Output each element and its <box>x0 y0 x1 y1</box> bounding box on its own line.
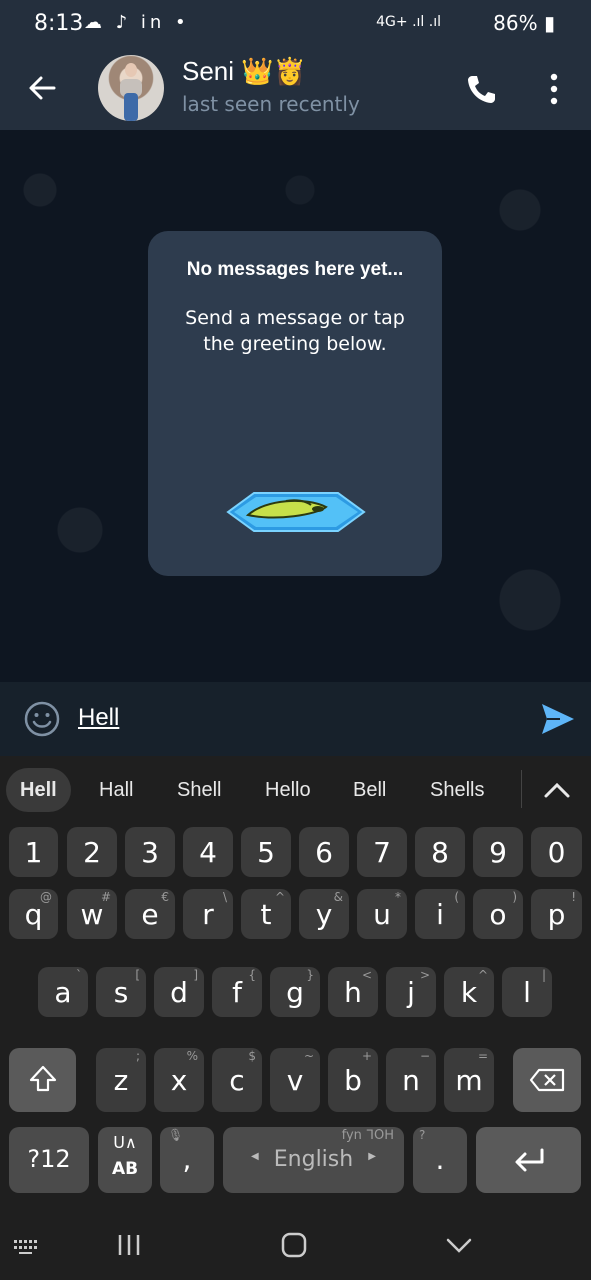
empty-chat-text: Send a message or tap the greeting below… <box>185 307 405 355</box>
key-c[interactable]: $ c <box>212 1048 262 1112</box>
greeting-sticker[interactable] <box>226 489 366 535</box>
period-key[interactable]: ? . <box>413 1127 467 1193</box>
contact-status: last seen recently <box>182 92 360 116</box>
contact-name[interactable]: Seni 👑👸 <box>182 56 306 87</box>
key-4[interactable]: 4 <box>183 827 233 877</box>
home-icon[interactable] <box>279 1230 309 1260</box>
suggestion-item[interactable]: Hell <box>6 768 71 812</box>
language-switch-key[interactable]: ᑌ∧ AB <box>98 1127 152 1193</box>
key-m[interactable]: = m <box>444 1048 494 1112</box>
key-h[interactable]: < h <box>328 967 378 1017</box>
empty-chat-card: No messages here yet... Send a message o… <box>148 231 442 576</box>
suggestion-item[interactable]: Bell <box>353 768 386 812</box>
battery-indicator: 86% ▮ <box>493 11 555 35</box>
key-e[interactable]: € e <box>125 889 175 939</box>
key-7[interactable]: 7 <box>357 827 407 877</box>
key-s[interactable]: [s <box>96 967 146 1017</box>
shift-key[interactable] <box>9 1048 76 1112</box>
enter-icon <box>515 1148 544 1172</box>
key-j[interactable]: > j <box>386 967 436 1017</box>
send-icon[interactable] <box>540 702 576 736</box>
battery-level: 86% <box>493 11 538 35</box>
system-nav-bar <box>0 1212 591 1280</box>
key-o[interactable]: ) o <box>473 889 523 939</box>
key-3[interactable]: 3 <box>125 827 175 877</box>
chat-area: No messages here yet... Send a message o… <box>0 130 591 682</box>
avatar[interactable] <box>98 55 164 121</box>
more-options-icon[interactable] <box>550 72 558 106</box>
key-0[interactable]: 0 <box>531 827 582 877</box>
key-v[interactable]: ~ v <box>270 1048 320 1112</box>
shift-icon <box>29 1065 57 1092</box>
suggestion-bar: Hell Hall Shell Hello Bell Shells <box>0 768 591 812</box>
key-9[interactable]: 9 <box>473 827 523 877</box>
chevron-up-icon[interactable] <box>542 778 572 802</box>
key-x[interactable]: % x <box>154 1048 204 1112</box>
key-5[interactable]: 5 <box>241 827 291 877</box>
key-n[interactable]: − n <box>386 1048 436 1112</box>
empty-chat-title: No messages here yet... <box>186 259 404 280</box>
space-key[interactable]: fyn ᒣOᕼ English ◀ ▶ <box>223 1127 404 1193</box>
key-r[interactable]: \ r <box>183 889 233 939</box>
enter-key[interactable] <box>476 1127 581 1193</box>
phone-icon[interactable] <box>464 72 498 106</box>
key-8[interactable]: 8 <box>415 827 465 877</box>
recent-apps-icon[interactable] <box>114 1230 144 1260</box>
key-b[interactable]: + b <box>328 1048 378 1112</box>
key-l[interactable]: | l <box>502 967 552 1017</box>
suggestion-item[interactable]: Hello <box>265 768 311 812</box>
hide-keyboard-icon[interactable] <box>444 1230 474 1260</box>
message-input-bar: Hell <box>0 682 591 756</box>
key-a[interactable]: ` a <box>38 967 88 1017</box>
suggestion-item[interactable]: Shell <box>177 768 221 812</box>
symbols-key[interactable]: ?12 <box>9 1127 89 1193</box>
suggestion-item[interactable]: Hall <box>99 768 133 812</box>
key-y[interactable]: & y <box>299 889 349 939</box>
key-p[interactable]: ! p <box>531 889 582 939</box>
key-k[interactable]: ^ k <box>444 967 494 1017</box>
suggestion-item[interactable]: Shells <box>430 768 484 812</box>
key-q[interactable]: @ q <box>9 889 58 939</box>
backspace-icon <box>529 1068 565 1092</box>
status-time: 8:13 <box>34 11 84 36</box>
signal-icon: 4G+ .ıl .ıl <box>376 14 441 30</box>
comma-key[interactable]: 🎙 , <box>160 1127 214 1193</box>
back-arrow-icon[interactable] <box>26 72 58 104</box>
microphone-icon: 🎙 <box>168 1128 184 1142</box>
status-notification-icons: ☁ ♪ in • <box>84 12 190 33</box>
backspace-key[interactable] <box>513 1048 581 1112</box>
key-2[interactable]: 2 <box>67 827 117 877</box>
key-u[interactable]: * u <box>357 889 407 939</box>
key-z[interactable]: ; z <box>96 1048 146 1112</box>
key-1[interactable]: 1 <box>9 827 58 877</box>
status-bar: 8:13 ☁ ♪ in • 4G+ .ıl .ıl 86% ▮ <box>0 0 591 48</box>
key-g[interactable]: } g <box>270 967 320 1017</box>
key-t[interactable]: ^ t <box>241 889 291 939</box>
keyboard-icon[interactable] <box>12 1230 42 1260</box>
message-input[interactable]: Hell <box>78 704 119 732</box>
divider <box>521 770 522 808</box>
key-f[interactable]: {f <box>212 967 262 1017</box>
key-w[interactable]: # w <box>67 889 117 939</box>
emoji-icon[interactable] <box>24 701 60 737</box>
chat-header: Seni 👑👸 last seen recently <box>0 48 591 130</box>
keyboard: Hell Hall Shell Hello Bell Shells 1 2 3 … <box>0 756 591 1280</box>
key-d[interactable]: ] d <box>154 967 204 1017</box>
key-6[interactable]: 6 <box>299 827 349 877</box>
key-i[interactable]: (i <box>415 889 465 939</box>
